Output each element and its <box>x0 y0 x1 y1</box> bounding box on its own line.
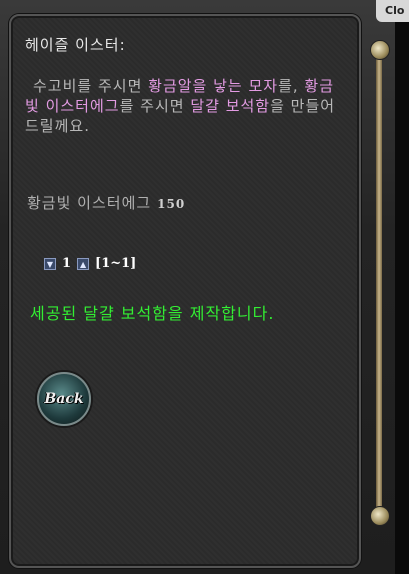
scroll-track <box>376 52 382 514</box>
dialog-part-3: 를 주시면 <box>119 97 191 115</box>
increase-button[interactable]: ▲ <box>77 257 90 270</box>
material-qty: 150 <box>157 197 186 211</box>
back-button[interactable]: Back <box>37 372 91 426</box>
arrow-up-icon: ▲ <box>79 258 87 269</box>
material-name: 황금빛 이스터에그 <box>27 194 152 212</box>
quantity-range: [1~1] <box>95 256 137 271</box>
back-label: Back <box>44 391 84 407</box>
quantity-stepper: ▼ 1 ▲ [1~1] <box>44 256 136 271</box>
decrease-button[interactable]: ▼ <box>44 257 56 270</box>
dialog-part-1: 수고비를 주시면 <box>33 77 149 95</box>
scroll-bottom-knob-icon[interactable] <box>370 506 390 526</box>
window-frame: 헤이즐 이스터: 수고비를 주시면 황금알을 낳는 모자를, 황금빛 이스터에그… <box>0 0 395 574</box>
required-material: 황금빛 이스터에그 150 <box>27 192 185 213</box>
dialog-text: 수고비를 주시면 황금알을 낳는 모자를, 황금빛 이스터에그를 주시면 달걀 … <box>25 76 345 136</box>
scroll-top-knob-icon[interactable] <box>370 40 390 60</box>
arrow-down-icon: ▼ <box>46 258 54 269</box>
craft-option-link[interactable]: 세공된 달걀 보석함을 제작합니다. <box>30 303 350 325</box>
highlight-egg-jewel-box: 달걀 보석함 <box>190 97 271 115</box>
npc-name: 헤이즐 이스터: <box>25 36 126 54</box>
highlight-golden-egg-hat: 황금알을 낳는 모자 <box>148 77 279 95</box>
close-tab[interactable]: Clo <box>376 0 409 22</box>
quantity-value: 1 <box>62 256 72 271</box>
dialog-part-2: 를, <box>278 77 305 95</box>
scrollbar[interactable] <box>368 40 390 526</box>
